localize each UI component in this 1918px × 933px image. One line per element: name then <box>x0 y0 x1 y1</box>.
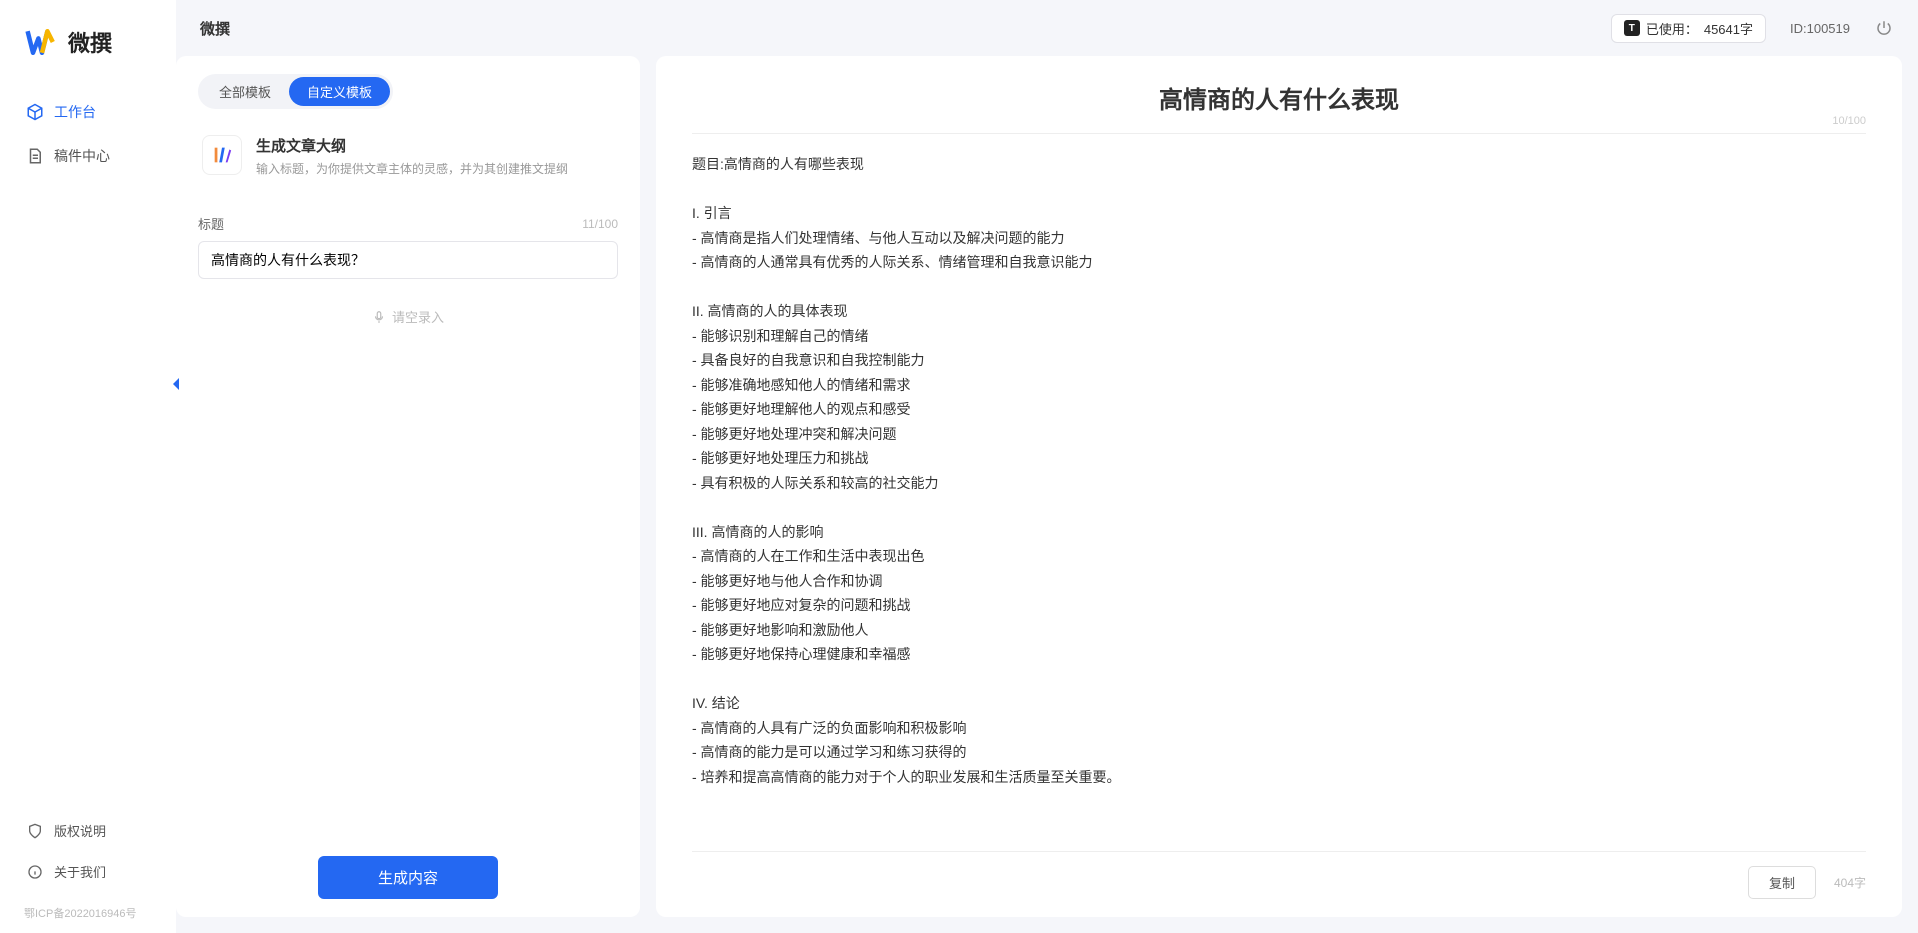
left-panel: 全部模板 自定义模板 生成文章大纲 输入标题，为你提供文章主体的灵感，并为其创建… <box>176 56 640 917</box>
logo-icon <box>24 24 60 60</box>
sidebar-bottom: 版权说明 关于我们 <box>0 811 176 899</box>
title-field-row: 标题 11/100 <box>198 214 618 233</box>
output-body[interactable]: 题目:高情商的人有哪些表现 I. 引言 - 高情商是指人们处理情绪、与他人互动以… <box>692 152 1866 789</box>
sidebar-item-drafts[interactable]: 稿件中心 <box>12 136 164 176</box>
sidebar-item-about[interactable]: 关于我们 <box>12 852 164 891</box>
logo: 微撰 <box>0 24 176 92</box>
app-root: 微撰 工作台 稿件中心 版权说 <box>0 0 1918 933</box>
output-footer: 复制 404字 <box>692 851 1866 899</box>
power-button[interactable] <box>1874 18 1894 38</box>
sidebar-item-label: 稿件中心 <box>54 146 110 166</box>
voice-input-label: 请空录入 <box>392 307 444 326</box>
right-panel: 高情商的人有什么表现 10/100 题目:高情商的人有哪些表现 I. 引言 - … <box>656 56 1902 917</box>
page-title: 微撰 <box>200 18 230 39</box>
title-label: 标题 <box>198 214 224 233</box>
usage-value: 45641字 <box>1704 19 1753 38</box>
output-title-counter: 10/100 <box>1832 115 1866 127</box>
topbar: 微撰 T 已使用： 45641字 ID:100519 <box>176 0 1918 56</box>
title-input[interactable] <box>198 241 618 279</box>
content: 全部模板 自定义模板 生成文章大纲 输入标题，为你提供文章主体的灵感，并为其创建… <box>176 56 1918 933</box>
voice-input-hint[interactable]: 请空录入 <box>198 307 618 326</box>
title-counter: 11/100 <box>582 217 618 231</box>
shield-icon <box>26 822 44 840</box>
template-name: 生成文章大纲 <box>256 135 568 156</box>
sidebar-item-copyright[interactable]: 版权说明 <box>12 811 164 850</box>
output-header: 高情商的人有什么表现 10/100 <box>692 80 1866 134</box>
cube-icon <box>26 103 44 121</box>
icp-text: 鄂ICP备2022016946号 <box>0 899 176 933</box>
template-info: 生成文章大纲 输入标题，为你提供文章主体的灵感，并为其创建推文提纲 <box>256 135 568 178</box>
template-card: 生成文章大纲 输入标题，为你提供文章主体的灵感，并为其创建推文提纲 <box>198 127 618 196</box>
template-tabs: 全部模板 自定义模板 <box>198 74 393 109</box>
template-desc: 输入标题，为你提供文章主体的灵感，并为其创建推文提纲 <box>256 160 568 178</box>
user-id: ID:100519 <box>1790 21 1850 36</box>
template-icon <box>202 135 242 175</box>
info-icon <box>26 863 44 881</box>
logo-text: 微撰 <box>68 26 112 58</box>
usage-prefix: 已使用： <box>1646 19 1698 38</box>
document-icon <box>26 147 44 165</box>
usage-pill[interactable]: T 已使用： 45641字 <box>1611 14 1766 43</box>
tab-custom-templates[interactable]: 自定义模板 <box>289 77 390 106</box>
sidebar-item-label: 关于我们 <box>54 862 106 881</box>
copy-button[interactable]: 复制 <box>1748 866 1816 899</box>
topbar-right: T 已使用： 45641字 ID:100519 <box>1611 14 1894 43</box>
microphone-icon <box>372 310 386 324</box>
sidebar: 微撰 工作台 稿件中心 版权说 <box>0 0 176 933</box>
tab-all-templates[interactable]: 全部模板 <box>201 77 289 106</box>
sidebar-nav: 工作台 稿件中心 <box>0 92 176 176</box>
sidebar-collapse-handle[interactable] <box>168 372 184 396</box>
generate-button[interactable]: 生成内容 <box>318 856 498 899</box>
output-title: 高情商的人有什么表现 <box>692 80 1866 115</box>
usage-icon: T <box>1624 20 1640 36</box>
sidebar-item-label: 工作台 <box>54 102 96 122</box>
char-count: 404字 <box>1834 874 1866 891</box>
sidebar-item-label: 版权说明 <box>54 821 106 840</box>
main: 微撰 T 已使用： 45641字 ID:100519 全部模板 自定义模板 <box>176 0 1918 933</box>
generate-wrap: 生成内容 <box>198 832 618 899</box>
sidebar-item-workspace[interactable]: 工作台 <box>12 92 164 132</box>
